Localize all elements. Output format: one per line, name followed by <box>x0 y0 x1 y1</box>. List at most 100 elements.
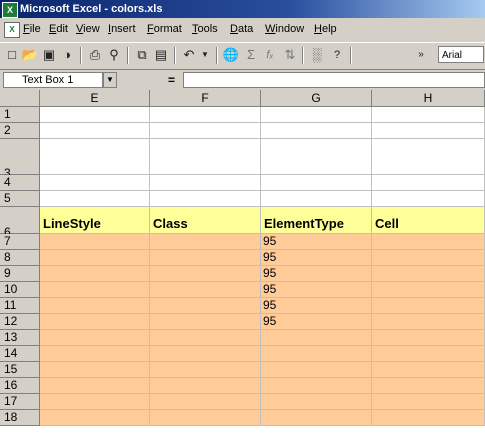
workbook-icon[interactable]: X <box>4 22 20 38</box>
menu-file[interactable]: File <box>23 23 41 35</box>
row-header-9[interactable]: 9 <box>0 266 40 282</box>
equals-sign[interactable]: = <box>168 73 175 87</box>
data-cell-g16[interactable] <box>261 378 372 394</box>
row-header-6[interactable]: 6 <box>0 207 40 238</box>
data-cell-e11[interactable] <box>40 298 150 314</box>
open-icon[interactable]: 📂 <box>21 46 39 64</box>
row-header-7[interactable]: 7 <box>0 234 40 250</box>
row-header-17[interactable]: 17 <box>0 394 40 410</box>
data-cell-f9[interactable] <box>150 266 261 282</box>
column-header-g[interactable]: G <box>261 90 372 107</box>
data-cell-g13[interactable] <box>261 330 372 346</box>
data-cell-h18[interactable] <box>372 410 485 426</box>
data-cell-g9[interactable]: 95 <box>261 266 372 282</box>
menu-window[interactable]: Window <box>265 23 304 35</box>
toolbar-options-icon[interactable]: » <box>412 46 430 64</box>
cell-f5[interactable] <box>150 191 261 207</box>
row-header-15[interactable]: 15 <box>0 362 40 378</box>
header-cell-f[interactable]: Class <box>150 207 261 234</box>
cell-e1[interactable] <box>40 107 150 123</box>
chart-wizard-icon[interactable]: ░ <box>308 46 326 64</box>
header-cell-g[interactable]: ElementType <box>261 207 372 234</box>
data-cell-e7[interactable] <box>40 234 150 250</box>
data-cell-f14[interactable] <box>150 346 261 362</box>
data-cell-f12[interactable] <box>150 314 261 330</box>
menu-view[interactable]: View <box>76 23 100 35</box>
cell-f3[interactable] <box>150 139 261 175</box>
help-icon[interactable]: ? <box>328 46 346 64</box>
row-header-12[interactable]: 12 <box>0 314 40 330</box>
data-cell-e15[interactable] <box>40 362 150 378</box>
data-cell-h8[interactable] <box>372 250 485 266</box>
cell-e2[interactable] <box>40 123 150 139</box>
data-cell-e13[interactable] <box>40 330 150 346</box>
data-cell-e18[interactable] <box>40 410 150 426</box>
data-cell-h15[interactable] <box>372 362 485 378</box>
row-header-4[interactable]: 4 <box>0 175 40 191</box>
function-icon[interactable]: fₓ <box>261 46 279 64</box>
row-header-16[interactable]: 16 <box>0 378 40 394</box>
data-cell-g12[interactable]: 95 <box>261 314 372 330</box>
data-cell-g10[interactable]: 95 <box>261 282 372 298</box>
row-header-5[interactable]: 5 <box>0 191 40 207</box>
data-cell-f10[interactable] <box>150 282 261 298</box>
data-cell-f11[interactable] <box>150 298 261 314</box>
name-box-dropdown-icon[interactable]: ▼ <box>103 72 117 88</box>
menu-edit[interactable]: Edit <box>49 23 68 35</box>
cell-g3[interactable] <box>261 139 372 175</box>
dropdown-icon[interactable]: ▼ <box>196 46 214 64</box>
copy-icon[interactable]: ⧉ <box>133 46 151 64</box>
cell-f2[interactable] <box>150 123 261 139</box>
data-cell-h7[interactable] <box>372 234 485 250</box>
data-cell-h12[interactable] <box>372 314 485 330</box>
header-cell-e[interactable]: LineStyle <box>40 207 150 234</box>
data-cell-e14[interactable] <box>40 346 150 362</box>
data-cell-h13[interactable] <box>372 330 485 346</box>
data-cell-e9[interactable] <box>40 266 150 282</box>
hyperlink-icon[interactable]: 🌐 <box>222 46 240 64</box>
cell-e5[interactable] <box>40 191 150 207</box>
cell-e4[interactable] <box>40 175 150 191</box>
paste-icon[interactable]: ▤ <box>152 46 170 64</box>
cell-h5[interactable] <box>372 191 485 207</box>
data-cell-h9[interactable] <box>372 266 485 282</box>
data-cell-f7[interactable] <box>150 234 261 250</box>
row-header-3[interactable]: 3 <box>0 139 40 179</box>
data-cell-g18[interactable] <box>261 410 372 426</box>
excel-icon[interactable]: X <box>2 2 18 18</box>
menu-data[interactable]: Data <box>230 23 253 35</box>
cell-g1[interactable] <box>261 107 372 123</box>
cell-h2[interactable] <box>372 123 485 139</box>
column-header-h[interactable]: H <box>372 90 485 107</box>
data-cell-f16[interactable] <box>150 378 261 394</box>
name-box[interactable]: Text Box 1 <box>3 72 103 88</box>
data-cell-g14[interactable] <box>261 346 372 362</box>
data-cell-e10[interactable] <box>40 282 150 298</box>
row-header-10[interactable]: 10 <box>0 282 40 298</box>
font-name-select[interactable]: Arial <box>438 46 484 63</box>
cell-h1[interactable] <box>372 107 485 123</box>
data-cell-f8[interactable] <box>150 250 261 266</box>
data-cell-e17[interactable] <box>40 394 150 410</box>
data-cell-f13[interactable] <box>150 330 261 346</box>
data-cell-h14[interactable] <box>372 346 485 362</box>
menu-insert[interactable]: Insert <box>108 23 136 35</box>
data-cell-e16[interactable] <box>40 378 150 394</box>
data-cell-f15[interactable] <box>150 362 261 378</box>
cell-f1[interactable] <box>150 107 261 123</box>
menu-tools[interactable]: Tools <box>192 23 218 35</box>
cell-g2[interactable] <box>261 123 372 139</box>
row-header-13[interactable]: 13 <box>0 330 40 346</box>
header-cell-h[interactable]: Cell <box>372 207 485 234</box>
row-header-1[interactable]: 1 <box>0 107 40 123</box>
cell-f4[interactable] <box>150 175 261 191</box>
row-header-11[interactable]: 11 <box>0 298 40 314</box>
column-header-f[interactable]: F <box>150 90 261 107</box>
data-cell-e8[interactable] <box>40 250 150 266</box>
cell-g5[interactable] <box>261 191 372 207</box>
permission-icon[interactable]: ◑ <box>58 46 76 64</box>
data-cell-f18[interactable] <box>150 410 261 426</box>
menu-help[interactable]: Help <box>314 23 337 35</box>
menu-format[interactable]: Format <box>147 23 182 35</box>
formula-input[interactable] <box>183 72 485 88</box>
